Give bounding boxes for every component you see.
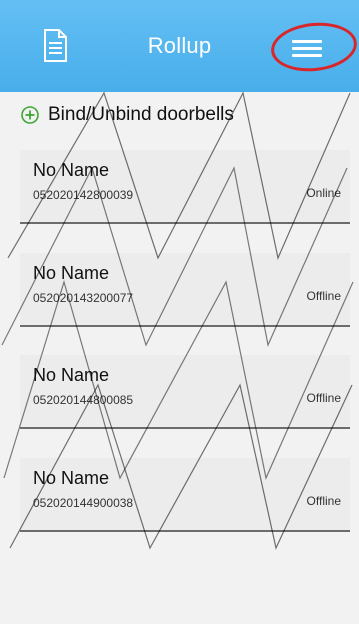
device-name: No Name (33, 263, 110, 283)
page-title: Rollup (147, 33, 212, 58)
device-name: No Name (33, 160, 110, 180)
device-name: No Name (33, 365, 110, 385)
device-serial: 052020144900038 (33, 496, 134, 510)
device-card[interactable]: No Name 052020142800039 Online (20, 150, 350, 224)
bind-unbind-doorbells-button[interactable]: Bind/Unbind doorbells (0, 93, 359, 137)
bind-unbind-label: Bind/Unbind doorbells (48, 104, 234, 125)
device-name: No Name (33, 468, 110, 488)
device-status: Online (306, 186, 341, 200)
device-status: Offline (306, 494, 341, 508)
device-serial: 052020142800039 (33, 188, 134, 202)
device-card[interactable]: No Name 052020143200077 Offline (20, 253, 350, 327)
device-status: Offline (306, 289, 341, 303)
document-icon[interactable] (40, 28, 70, 64)
device-serial: 052020143200077 (33, 291, 134, 305)
device-card[interactable]: No Name 052020144800085 Offline (20, 355, 350, 429)
hamburger-menu-icon[interactable] (292, 38, 326, 62)
device-status: Offline (306, 391, 341, 405)
device-card[interactable]: No Name 052020144900038 Offline (20, 458, 350, 532)
app-header: Rollup (0, 0, 359, 92)
device-serial: 052020144800085 (33, 393, 134, 407)
plus-circle-icon (21, 106, 39, 124)
